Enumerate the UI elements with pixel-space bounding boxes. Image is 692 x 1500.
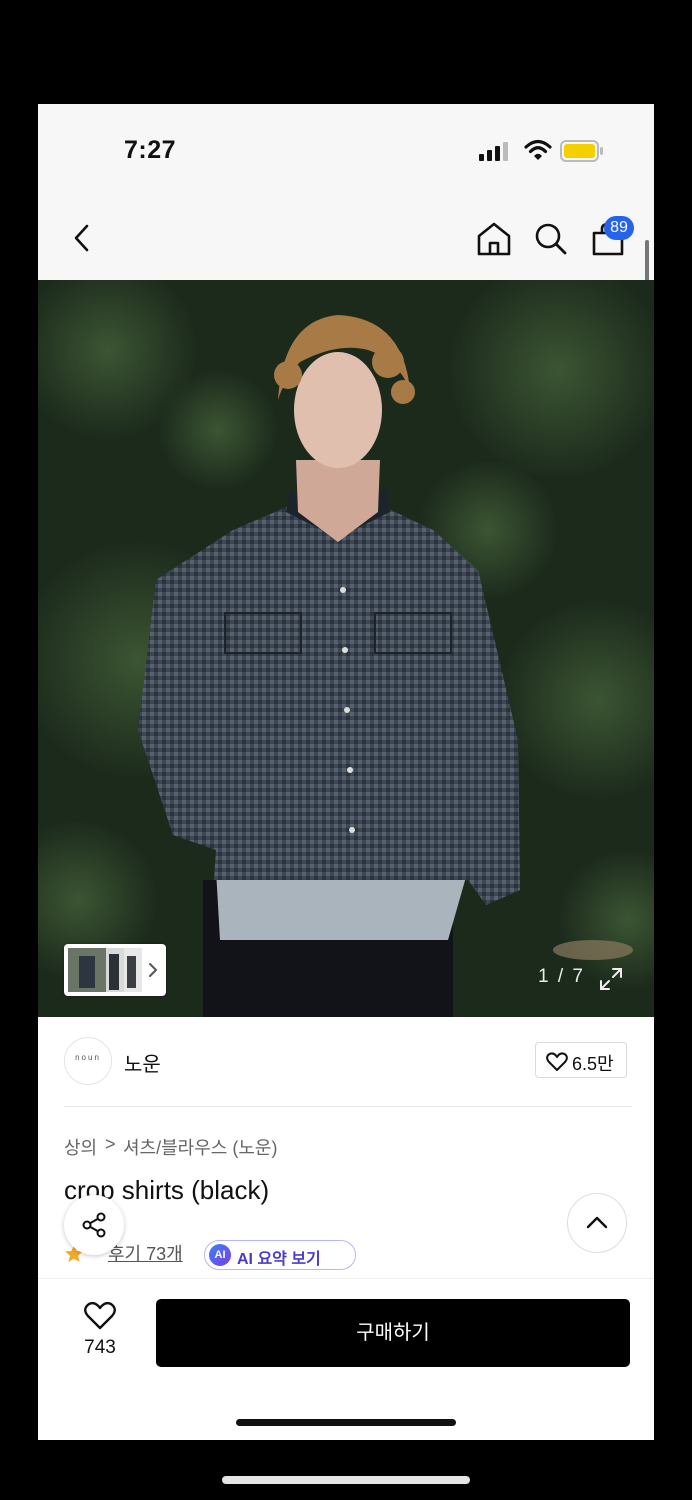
product-photo[interactable] — [38, 280, 654, 1017]
rating-row: 후기 73개 AI AI 요약 보기 — [64, 1240, 484, 1270]
wifi-icon — [524, 139, 552, 160]
status-bar: 7:27 — [38, 104, 654, 194]
outer-home-indicator — [222, 1476, 470, 1484]
heart-icon — [546, 1052, 568, 1071]
buy-button[interactable]: 구매하기 — [156, 1299, 630, 1367]
top-nav — [38, 194, 654, 280]
chevron-right-icon — [149, 963, 158, 977]
ai-summary-button[interactable]: AI AI 요약 보기 — [204, 1240, 356, 1270]
wishlist-count: 743 — [84, 1337, 116, 1358]
ai-badge-icon: AI — [209, 1244, 231, 1266]
review-link[interactable]: 후기 73개 — [108, 1240, 183, 1266]
scrollbar[interactable] — [645, 240, 649, 284]
brand-like-count: 6.5만 — [572, 1054, 614, 1074]
scroll-to-top-button[interactable] — [567, 1193, 627, 1253]
brand-logo[interactable]: noun — [64, 1037, 112, 1085]
brand-name[interactable]: 노운 — [124, 1048, 161, 1077]
breadcrumb-category[interactable]: 상의 — [64, 1134, 97, 1160]
cellular-signal-icon — [479, 142, 508, 161]
cart-count-badge: 89 — [604, 216, 634, 240]
app-screen: 7:27 89 1 / 7 noun 노운 6.5만 상의 > 셔츠/블라우스 … — [38, 104, 654, 1440]
wishlist-heart-icon[interactable] — [84, 1301, 116, 1331]
divider — [64, 1106, 632, 1107]
expand-icon[interactable] — [598, 966, 624, 992]
home-icon[interactable] — [476, 222, 512, 256]
bottom-action-bar: 743 구매하기 — [38, 1278, 654, 1440]
status-time: 7:27 — [124, 136, 177, 164]
breadcrumb-separator: > — [105, 1134, 116, 1154]
share-icon — [82, 1212, 106, 1238]
ai-summary-label: AI 요약 보기 — [237, 1251, 321, 1268]
breadcrumb-subcategory[interactable]: 셔츠/블라우스 (노운) — [123, 1134, 277, 1160]
image-counter: 1 / 7 — [538, 966, 585, 987]
chevron-up-icon — [586, 1216, 608, 1229]
battery-icon — [560, 140, 603, 162]
product-image — [38, 280, 654, 1017]
share-button[interactable] — [64, 1195, 124, 1255]
search-icon[interactable] — [534, 222, 568, 256]
gallery-thumbnail-strip[interactable] — [64, 944, 166, 996]
brand-like-button[interactable]: 6.5만 — [535, 1042, 627, 1078]
brand-logo-text: noun — [75, 1053, 101, 1062]
home-indicator[interactable] — [236, 1419, 456, 1426]
back-icon[interactable] — [72, 224, 92, 252]
thumbnail-images — [68, 948, 158, 992]
